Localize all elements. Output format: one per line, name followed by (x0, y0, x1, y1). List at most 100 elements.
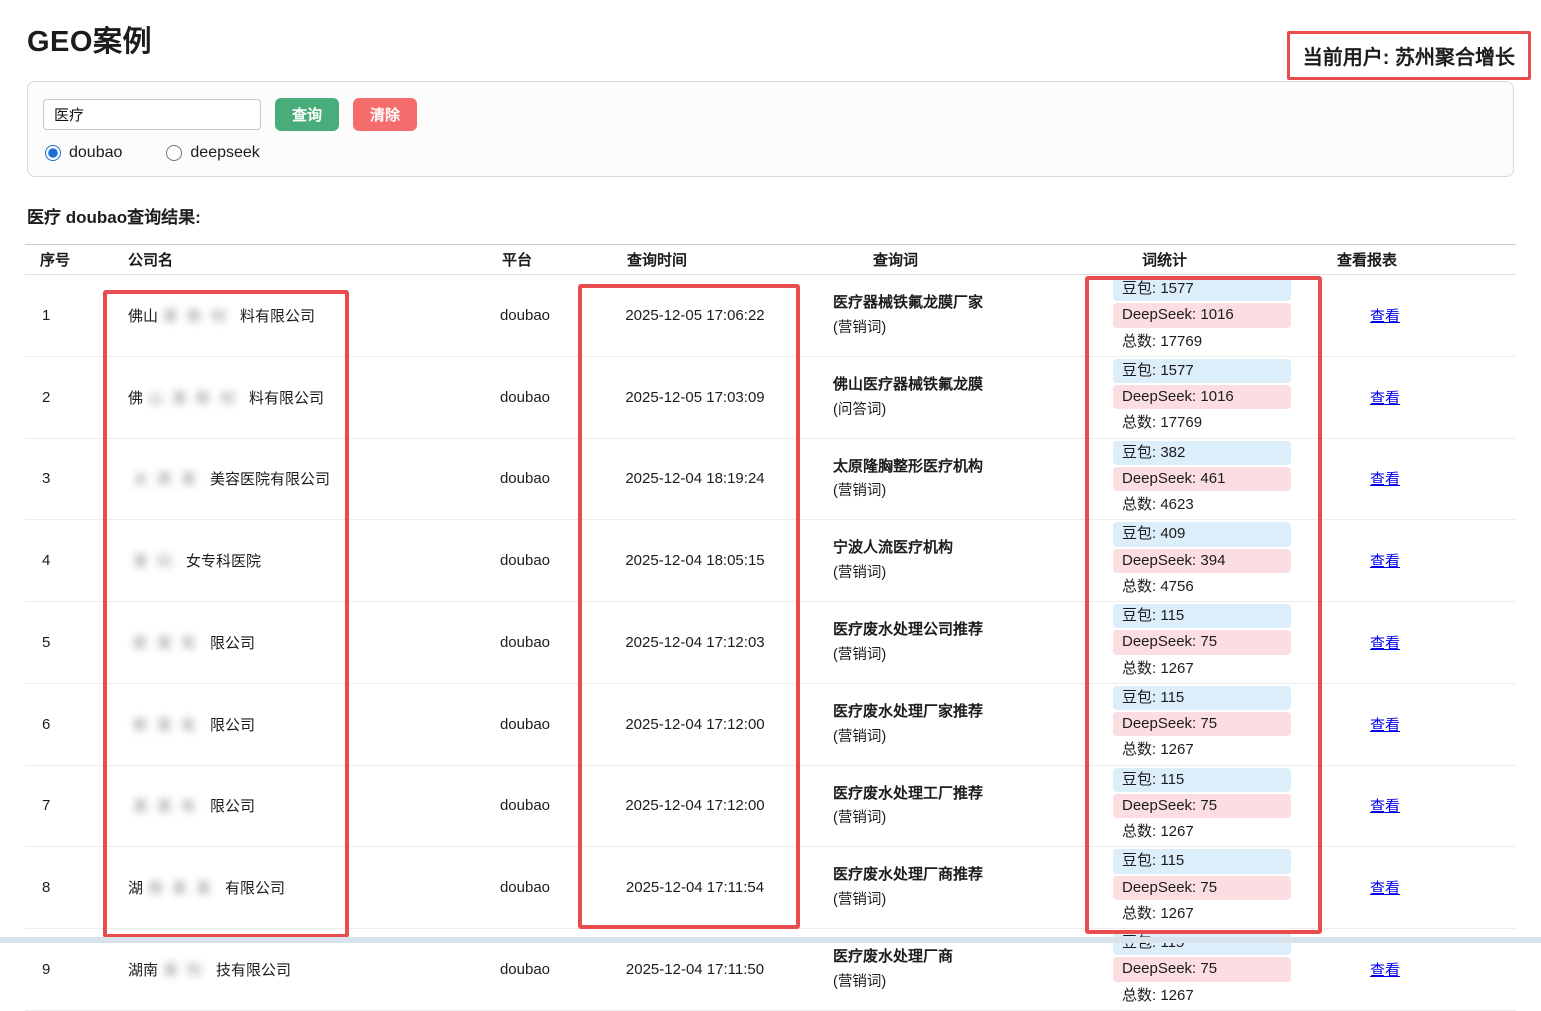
radio-deepseek[interactable] (166, 145, 182, 161)
query-word-type: (营销词) (833, 643, 1055, 664)
query-word-type: (营销词) (833, 316, 1055, 337)
platform-cell: doubao (465, 765, 585, 847)
platform-cell: doubao (465, 275, 585, 357)
word-stats-cell: 豆包: 115DeepSeek: 75总数: 1267 (1055, 683, 1295, 765)
view-link[interactable]: 查看 (1370, 798, 1400, 815)
query-word: 医疗废水处理厂商 (833, 948, 1055, 967)
query-word-type: (营销词) (833, 725, 1055, 746)
column-header-filler (1475, 245, 1516, 275)
query-time: 2025-12-04 18:05:15 (585, 520, 805, 602)
filler-cell (1475, 765, 1516, 847)
word-stats-cell: 豆包: 115DeepSeek: 75总数: 1267 (1055, 602, 1295, 684)
company-prefix: 佛山 (128, 308, 158, 325)
total-count: 总数: 17769 (1113, 330, 1291, 354)
word-stats-cell: 豆包: 1577DeepSeek: 1016总数: 17769 (1055, 275, 1295, 357)
company-redacted: 某科 (158, 962, 216, 979)
company-name: 新某有限公司 (110, 602, 465, 684)
query-word: 医疗器械铁氟龙膜厂家 (833, 294, 1055, 313)
company-suffix: 限公司 (210, 635, 255, 652)
filler-cell (1475, 275, 1516, 357)
view-link[interactable]: 查看 (1370, 390, 1400, 407)
doubao-count: 豆包: 409 (1113, 522, 1291, 546)
view-link[interactable]: 查看 (1370, 962, 1400, 979)
query-button[interactable]: 查询 (275, 98, 339, 131)
radio-doubao[interactable] (45, 145, 61, 161)
doubao-count: 豆包: 1577 (1113, 359, 1291, 383)
query-word-cell: 医疗废水处理公司推荐(营销词) (805, 602, 1055, 684)
table-body: 1佛山某新材料有限公司doubao2025-12-05 17:06:22医疗器械… (25, 275, 1516, 1011)
company-redacted: 某新材 (158, 308, 240, 325)
query-time: 2025-12-05 17:06:22 (585, 275, 805, 357)
query-time: 2025-12-04 17:12:00 (585, 765, 805, 847)
query-word-type: (营销词) (833, 806, 1055, 827)
view-report-cell: 查看 (1295, 520, 1475, 602)
row-number: 5 (25, 602, 110, 684)
company-redacted: 某妇 (128, 553, 186, 570)
row-number: 3 (25, 438, 110, 520)
doubao-count: 豆包: 115 (1113, 931, 1291, 955)
total-count: 总数: 17769 (1113, 411, 1291, 435)
filler-cell (1475, 847, 1516, 929)
company-name: 佛山某新材料有限公司 (110, 356, 465, 438)
query-time: 2025-12-04 17:12:00 (585, 683, 805, 765)
platform-cell: doubao (465, 356, 585, 438)
company-prefix: 佛 (128, 390, 143, 407)
platform-cell: doubao (465, 602, 585, 684)
company-prefix: 湖南 (128, 962, 158, 979)
column-header: 序号 (25, 245, 110, 275)
doubao-count: 豆包: 115 (1113, 686, 1291, 710)
radio-option-doubao[interactable]: doubao (43, 144, 122, 162)
view-link[interactable]: 查看 (1370, 717, 1400, 734)
view-report-cell: 查看 (1295, 765, 1475, 847)
table-row: 3太原某美容医院有限公司doubao2025-12-04 18:19:24太原隆… (25, 438, 1516, 520)
table-row: 4某妇女专科医院doubao2025-12-04 18:05:15宁波人流医疗机… (25, 520, 1516, 602)
clear-button[interactable]: 清除 (353, 98, 417, 131)
company-suffix: 限公司 (210, 798, 255, 815)
query-time: 2025-12-04 17:11:54 (585, 847, 805, 929)
column-header: 公司名 (110, 245, 465, 275)
table-row: 6新某有限公司doubao2025-12-04 17:12:00医疗废水处理厂家… (25, 683, 1516, 765)
doubao-count: 豆包: 1577 (1113, 277, 1291, 301)
deepseek-count: DeepSeek: 75 (1113, 957, 1291, 981)
query-time: 2025-12-05 17:03:09 (585, 356, 805, 438)
doubao-count: 豆包: 115 (1113, 604, 1291, 628)
view-link[interactable]: 查看 (1370, 635, 1400, 652)
company-name: 佛山某新材料有限公司 (110, 275, 465, 357)
view-report-cell: 查看 (1295, 275, 1475, 357)
deepseek-count: DeepSeek: 75 (1113, 712, 1291, 736)
row-number: 1 (25, 275, 110, 357)
company-suffix: 限公司 (210, 717, 255, 734)
deepseek-count: DeepSeek: 75 (1113, 876, 1291, 900)
view-report-cell: 查看 (1295, 847, 1475, 929)
column-header: 查询词 (805, 245, 1055, 275)
query-word-type: (营销词) (833, 479, 1055, 500)
radio-option-deepseek[interactable]: deepseek (164, 144, 259, 162)
bottom-scroll-strip[interactable] (0, 937, 1541, 943)
view-report-cell: 查看 (1295, 356, 1475, 438)
table-row: 2佛山某新材料有限公司doubao2025-12-05 17:03:09佛山医疗… (25, 356, 1516, 438)
total-count: 总数: 4756 (1113, 575, 1291, 599)
company-suffix: 有限公司 (225, 880, 285, 897)
company-redacted: 新某有 (128, 635, 210, 652)
platform-cell: doubao (465, 438, 585, 520)
query-word-cell: 医疗废水处理厂家推荐(营销词) (805, 683, 1055, 765)
view-link[interactable]: 查看 (1370, 308, 1400, 325)
view-link[interactable]: 查看 (1370, 471, 1400, 488)
query-time: 2025-12-04 17:12:03 (585, 602, 805, 684)
query-word-cell: 医疗废水处理厂商推荐(营销词) (805, 847, 1055, 929)
company-name: 某妇女专科医院 (110, 520, 465, 602)
search-input[interactable] (43, 99, 261, 130)
view-link[interactable]: 查看 (1370, 553, 1400, 570)
query-word-cell: 宁波人流医疗机构(营销词) (805, 520, 1055, 602)
view-report-cell: 查看 (1295, 438, 1475, 520)
doubao-count: 豆包: 382 (1113, 441, 1291, 465)
company-suffix: 美容医院有限公司 (210, 471, 330, 488)
view-link[interactable]: 查看 (1370, 880, 1400, 897)
row-number: 2 (25, 356, 110, 438)
results-heading: 医疗 doubao查询结果: (27, 203, 1541, 228)
platform-cell: doubao (465, 683, 585, 765)
filler-cell (1475, 356, 1516, 438)
doubao-count: 豆包: 115 (1113, 849, 1291, 873)
total-count: 总数: 1267 (1113, 984, 1291, 1008)
row-number: 6 (25, 683, 110, 765)
